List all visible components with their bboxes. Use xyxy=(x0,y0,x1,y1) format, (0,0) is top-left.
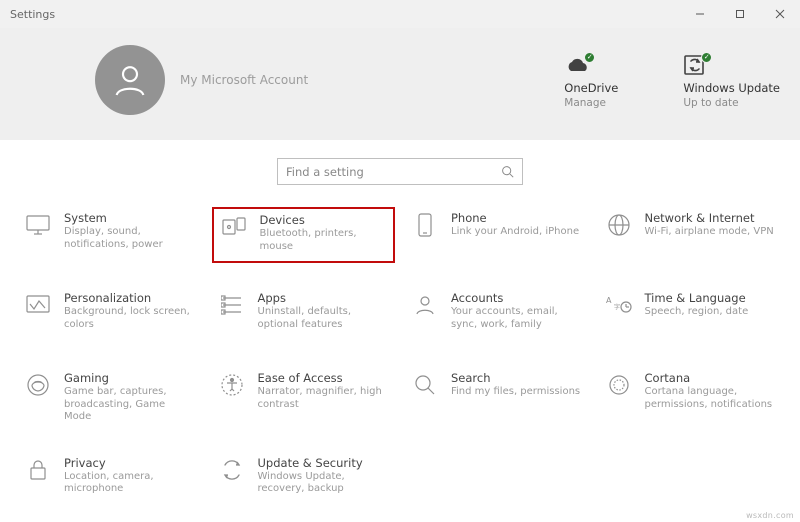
watermark: wsxdn.com xyxy=(746,511,794,520)
category-phone[interactable]: Phone Link your Android, iPhone xyxy=(405,207,589,263)
svg-text:A: A xyxy=(606,296,612,305)
category-devices[interactable]: Devices Bluetooth, printers, mouse xyxy=(212,207,396,263)
search-input[interactable]: Find a setting xyxy=(277,158,523,185)
lock-icon xyxy=(24,456,52,484)
minimize-button[interactable] xyxy=(680,0,720,28)
category-title: Apps xyxy=(258,291,390,305)
category-ease-of-access[interactable]: Ease of Access Narrator, magnifier, high… xyxy=(212,367,396,428)
category-desc: Narrator, magnifier, high contrast xyxy=(258,386,390,411)
personalization-icon xyxy=(24,291,52,319)
category-desc: Cortana language, permissions, notificat… xyxy=(645,386,777,411)
category-system[interactable]: System Display, sound, notifications, po… xyxy=(18,207,202,263)
search-row: Find a setting xyxy=(0,140,800,207)
devices-icon xyxy=(220,213,248,241)
category-title: Update & Security xyxy=(258,456,390,470)
check-badge-icon: ✓ xyxy=(701,52,712,63)
category-title: Gaming xyxy=(64,371,196,385)
category-search[interactable]: Search Find my files, permissions xyxy=(405,367,589,428)
category-desc: Uninstall, defaults, optional features xyxy=(258,306,390,331)
category-time[interactable]: A字 Time & Language Speech, region, date xyxy=(599,287,783,343)
category-title: System xyxy=(64,211,196,225)
apps-icon xyxy=(218,291,246,319)
maximize-button[interactable] xyxy=(720,0,760,28)
category-title: Search xyxy=(451,371,580,385)
category-desc: Link your Android, iPhone xyxy=(451,226,579,239)
update-icon xyxy=(218,456,246,484)
category-grid: System Display, sound, notifications, po… xyxy=(0,207,800,508)
title-bar: Settings xyxy=(0,0,800,28)
category-title: Network & Internet xyxy=(645,211,774,225)
onedrive-title: OneDrive xyxy=(564,81,618,95)
category-desc: Location, camera, microphone xyxy=(64,471,196,496)
search-icon xyxy=(501,165,514,178)
cortana-icon xyxy=(605,371,633,399)
accounts-icon xyxy=(411,291,439,319)
category-accounts[interactable]: Accounts Your accounts, email, sync, wor… xyxy=(405,287,589,343)
category-title: Devices xyxy=(260,213,388,227)
category-title: Time & Language xyxy=(645,291,749,305)
category-desc: Wi-Fi, airplane mode, VPN xyxy=(645,226,774,239)
category-apps[interactable]: Apps Uninstall, defaults, optional featu… xyxy=(212,287,396,343)
gaming-icon xyxy=(24,371,52,399)
category-desc: Speech, region, date xyxy=(645,306,749,319)
globe-icon xyxy=(605,211,633,239)
category-gaming[interactable]: Gaming Game bar, captures, broadcasting,… xyxy=(18,367,202,428)
category-desc: Background, lock screen, colors xyxy=(64,306,196,331)
system-icon xyxy=(24,211,52,239)
check-badge-icon: ✓ xyxy=(584,52,595,63)
close-button[interactable] xyxy=(760,0,800,28)
update-sub: Up to date xyxy=(683,97,780,109)
category-title: Accounts xyxy=(451,291,583,305)
onedrive-tile[interactable]: ✓ OneDrive Manage xyxy=(564,51,618,109)
category-title: Ease of Access xyxy=(258,371,390,385)
search-placeholder: Find a setting xyxy=(286,165,501,179)
window-title: Settings xyxy=(10,8,680,21)
search-cat-icon xyxy=(411,371,439,399)
category-network[interactable]: Network & Internet Wi-Fi, airplane mode,… xyxy=(599,207,783,263)
category-desc: Your accounts, email, sync, work, family xyxy=(451,306,583,331)
category-title: Privacy xyxy=(64,456,196,470)
category-desc: Bluetooth, printers, mouse xyxy=(260,228,388,253)
onedrive-sub: Manage xyxy=(564,97,618,109)
category-title: Cortana xyxy=(645,371,777,385)
windows-update-tile[interactable]: ✓ Windows Update Up to date xyxy=(683,51,780,109)
account-name: My Microsoft Account xyxy=(180,73,308,87)
category-update-security[interactable]: Update & Security Windows Update, recove… xyxy=(212,452,396,508)
account-block[interactable]: My Microsoft Account xyxy=(95,45,564,115)
category-title: Phone xyxy=(451,211,579,225)
category-desc: Display, sound, notifications, power xyxy=(64,226,196,251)
ease-icon xyxy=(218,371,246,399)
update-title: Windows Update xyxy=(683,81,780,95)
svg-text:字: 字 xyxy=(614,303,620,311)
category-personalization[interactable]: Personalization Background, lock screen,… xyxy=(18,287,202,343)
category-desc: Game bar, captures, broadcasting, Game M… xyxy=(64,386,196,424)
time-icon: A字 xyxy=(605,291,633,319)
category-cortana[interactable]: Cortana Cortana language, permissions, n… xyxy=(599,367,783,428)
category-privacy[interactable]: Privacy Location, camera, microphone xyxy=(18,452,202,508)
header: My Microsoft Account ✓ OneDrive Manage ✓ xyxy=(0,28,800,140)
category-title: Personalization xyxy=(64,291,196,305)
category-desc: Find my files, permissions xyxy=(451,386,580,399)
category-desc: Windows Update, recovery, backup xyxy=(258,471,390,496)
phone-icon xyxy=(411,211,439,239)
avatar xyxy=(95,45,165,115)
